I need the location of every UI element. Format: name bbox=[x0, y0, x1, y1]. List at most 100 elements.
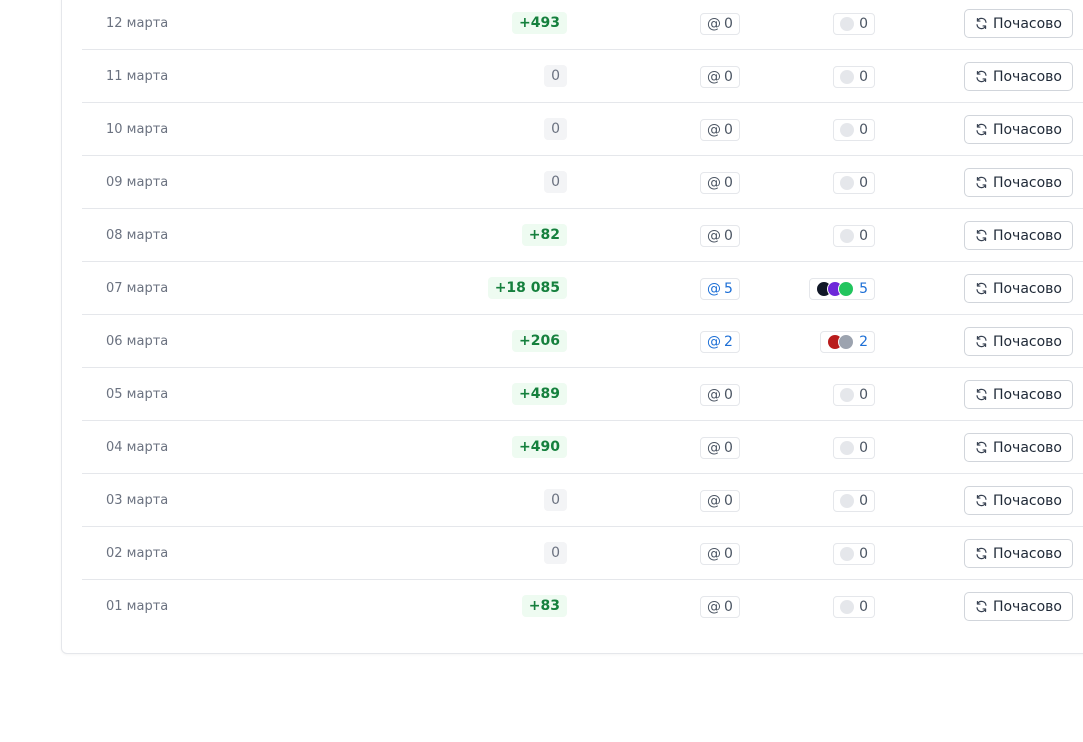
reactions-count: 0 bbox=[859, 69, 868, 85]
row-date: 10 марта bbox=[106, 122, 169, 137]
table-row: 06 марта +206 @ 2 2 Почасово bbox=[82, 315, 1083, 368]
at-icon: @ bbox=[707, 122, 721, 138]
reactions-badge[interactable]: 0 bbox=[833, 172, 875, 194]
at-icon: @ bbox=[707, 546, 721, 562]
mentions-count: 0 bbox=[724, 228, 733, 244]
hourly-button[interactable]: Почасово bbox=[963, 592, 1073, 621]
mentions-badge[interactable]: @ 2 bbox=[700, 331, 740, 353]
reactions-badge[interactable]: 0 bbox=[833, 66, 875, 88]
refresh-icon bbox=[976, 176, 987, 189]
row-date: 12 марта bbox=[106, 16, 169, 31]
hourly-button-label: Почасово bbox=[992, 545, 1062, 562]
mentions-badge[interactable]: @ 0 bbox=[700, 66, 740, 88]
table-row: 07 марта +18 085 @ 5 5 Почасово bbox=[82, 262, 1083, 315]
row-date: 05 марта bbox=[106, 387, 169, 402]
table-row: 01 марта +83 @ 0 0 Почасово bbox=[82, 580, 1083, 633]
refresh-icon bbox=[976, 123, 987, 136]
reactions-badge[interactable]: 0 bbox=[833, 596, 875, 618]
empty-reaction-icon bbox=[840, 70, 855, 84]
empty-reaction-icon bbox=[840, 600, 855, 614]
mentions-count: 2 bbox=[724, 334, 733, 350]
hourly-button-label: Почасово bbox=[992, 227, 1062, 244]
hourly-button-label: Почасово bbox=[992, 386, 1062, 403]
empty-reaction-icon bbox=[840, 388, 855, 402]
hourly-button-label: Почасово bbox=[992, 598, 1062, 615]
reaction-avatars bbox=[840, 123, 855, 137]
mentions-badge[interactable]: @ 5 bbox=[700, 278, 740, 300]
mentions-badge[interactable]: @ 0 bbox=[700, 596, 740, 618]
reactions-badge[interactable]: 0 bbox=[833, 490, 875, 512]
empty-reaction-icon bbox=[840, 547, 855, 561]
mentions-badge[interactable]: @ 0 bbox=[700, 13, 740, 35]
hourly-button[interactable]: Почасово bbox=[963, 274, 1073, 303]
hourly-button[interactable]: Почасово bbox=[963, 327, 1073, 356]
reaction-avatar bbox=[838, 281, 855, 297]
reactions-count: 0 bbox=[859, 493, 868, 509]
mentions-badge[interactable]: @ 0 bbox=[700, 172, 740, 194]
reactions-badge[interactable]: 0 bbox=[833, 225, 875, 247]
mentions-badge[interactable]: @ 0 bbox=[700, 437, 740, 459]
subscribers-delta-badge: +82 bbox=[521, 224, 567, 246]
mentions-badge[interactable]: @ 0 bbox=[700, 384, 740, 406]
at-icon: @ bbox=[707, 387, 721, 403]
refresh-icon bbox=[976, 335, 987, 348]
reactions-badge[interactable]: 0 bbox=[833, 437, 875, 459]
row-date: 04 марта bbox=[106, 440, 169, 455]
refresh-icon bbox=[976, 70, 987, 83]
row-date: 08 марта bbox=[106, 228, 169, 243]
refresh-icon bbox=[976, 388, 987, 401]
hourly-button[interactable]: Почасово bbox=[963, 380, 1073, 409]
hourly-button[interactable]: Почасово bbox=[963, 539, 1073, 568]
hourly-button[interactable]: Почасово bbox=[963, 221, 1073, 250]
hourly-button-label: Почасово bbox=[992, 333, 1062, 350]
reactions-badge[interactable]: 0 bbox=[833, 119, 875, 141]
reactions-count: 5 bbox=[859, 281, 868, 297]
reactions-count: 0 bbox=[859, 440, 868, 456]
mentions-badge[interactable]: @ 0 bbox=[700, 543, 740, 565]
mentions-badge[interactable]: @ 0 bbox=[700, 225, 740, 247]
reactions-badge[interactable]: 0 bbox=[833, 13, 875, 35]
hourly-button[interactable]: Почасово bbox=[963, 115, 1073, 144]
reactions-count: 2 bbox=[859, 334, 868, 350]
reactions-badge[interactable]: 0 bbox=[833, 543, 875, 565]
row-date: 09 марта bbox=[106, 175, 169, 190]
subscribers-delta-badge: 0 bbox=[544, 65, 567, 87]
hourly-button[interactable]: Почасово bbox=[963, 9, 1073, 38]
hourly-button-label: Почасово bbox=[992, 68, 1062, 85]
empty-reaction-icon bbox=[840, 229, 855, 243]
empty-reaction-icon bbox=[840, 123, 855, 137]
mentions-count: 0 bbox=[724, 546, 733, 562]
reactions-badge[interactable]: 0 bbox=[833, 384, 875, 406]
reaction-avatars bbox=[816, 281, 855, 297]
reaction-avatars bbox=[840, 441, 855, 455]
hourly-button[interactable]: Почасово bbox=[963, 62, 1073, 91]
hourly-button[interactable]: Почасово bbox=[963, 486, 1073, 515]
reaction-avatars bbox=[840, 229, 855, 243]
at-icon: @ bbox=[707, 16, 721, 32]
table-row: 09 марта 0 @ 0 0 Почасово bbox=[82, 156, 1083, 209]
at-icon: @ bbox=[707, 599, 721, 615]
refresh-icon bbox=[976, 547, 987, 560]
reactions-badge[interactable]: 5 bbox=[809, 278, 875, 300]
hourly-button-label: Почасово bbox=[992, 174, 1062, 191]
mentions-count: 0 bbox=[724, 16, 733, 32]
subscribers-delta-badge: +83 bbox=[521, 595, 567, 617]
mentions-badge[interactable]: @ 0 bbox=[700, 490, 740, 512]
table-row: 04 марта +490 @ 0 0 Почасово bbox=[82, 421, 1083, 474]
subscribers-delta-badge: 0 bbox=[544, 542, 567, 564]
table-row: 05 марта +489 @ 0 0 Почасово bbox=[82, 368, 1083, 421]
refresh-icon bbox=[976, 229, 987, 242]
reaction-avatars bbox=[840, 600, 855, 614]
reaction-avatars bbox=[827, 334, 855, 350]
row-date: 03 марта bbox=[106, 493, 169, 508]
at-icon: @ bbox=[707, 281, 721, 297]
hourly-button[interactable]: Почасово bbox=[963, 168, 1073, 197]
hourly-button-label: Почасово bbox=[992, 439, 1062, 456]
mentions-badge[interactable]: @ 0 bbox=[700, 119, 740, 141]
reactions-badge[interactable]: 2 bbox=[820, 331, 875, 353]
refresh-icon bbox=[976, 441, 987, 454]
hourly-button-label: Почасово bbox=[992, 121, 1062, 138]
subscribers-delta-badge: +206 bbox=[512, 330, 567, 352]
reactions-count: 0 bbox=[859, 599, 868, 615]
hourly-button[interactable]: Почасово bbox=[963, 433, 1073, 462]
